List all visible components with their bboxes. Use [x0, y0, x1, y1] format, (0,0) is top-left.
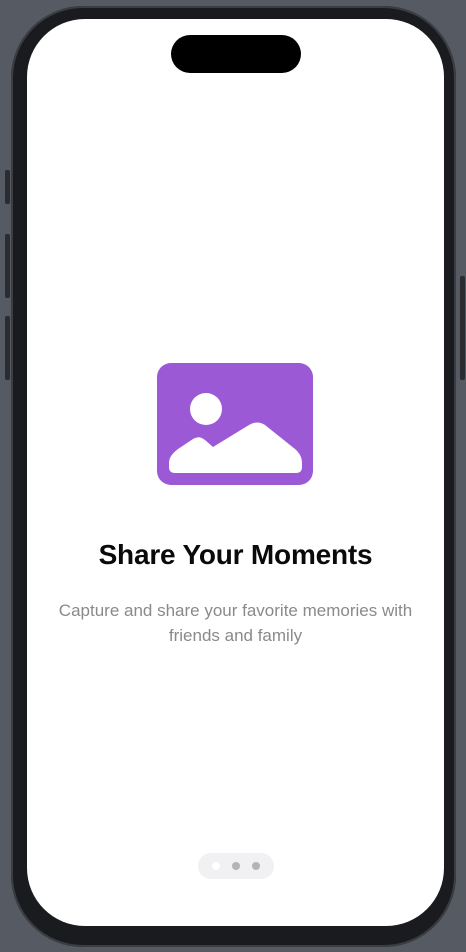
action-button[interactable]	[5, 170, 10, 204]
page-dot-2[interactable]	[232, 862, 240, 870]
power-button[interactable]	[460, 276, 465, 380]
photo-icon-sun	[190, 393, 222, 425]
page-dot-3[interactable]	[252, 862, 260, 870]
screen: Share Your Moments Capture and share you…	[27, 19, 444, 926]
dynamic-island	[171, 35, 301, 73]
page-subtitle: Capture and share your favorite memories…	[58, 601, 413, 645]
photo-icon	[157, 363, 313, 485]
page-dot-1[interactable]	[212, 862, 220, 870]
page-title: Share Your Moments	[98, 539, 373, 570]
volume-up-button[interactable]	[5, 234, 10, 298]
page-indicator[interactable]	[198, 853, 274, 879]
volume-down-button[interactable]	[5, 316, 10, 380]
